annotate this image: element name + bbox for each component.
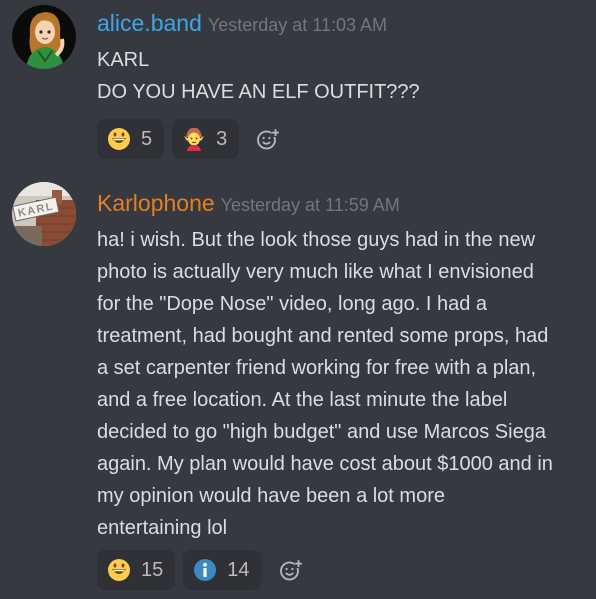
message-line: treatment, had bought and rented some pr… — [97, 325, 549, 347]
reaction-count: 14 — [227, 558, 250, 581]
reaction-count: 5 — [141, 127, 153, 150]
timestamp[interactable]: Yesterday at 11:59 AM — [221, 195, 400, 215]
message-line: decided to go "high budget" and use Marc… — [97, 421, 546, 443]
reaction-information[interactable]: 14 — [183, 550, 262, 590]
grinning-face-icon — [107, 127, 131, 151]
message-line: and a free location. At the last minute … — [97, 389, 508, 411]
reaction-elf[interactable]: 3 — [172, 119, 240, 159]
message-line: photo is actually very much like what I … — [97, 261, 534, 283]
username[interactable]: alice.band — [97, 10, 202, 36]
add-reaction-button[interactable] — [276, 555, 306, 585]
message-header: alice.band Yesterday at 11:03 AM — [97, 10, 387, 37]
message-alice: alice.band Yesterday at 11:03 AM KARL DO … — [0, 0, 596, 170]
add-reaction-button[interactable] — [253, 124, 283, 154]
message-line: my opinion would have been a lot more — [97, 485, 445, 507]
message-line: ha! i wish. But the look those guys had … — [97, 229, 536, 251]
message-content: ha! i wish. But the look those guys had … — [97, 224, 587, 544]
avatar-image — [12, 5, 76, 69]
message-line: a set carpenter friend working for free … — [97, 357, 537, 379]
message-content: KARL DO YOU HAVE AN ELF OUTFIT??? — [97, 44, 587, 108]
message-line: entertaining lol — [97, 517, 228, 539]
add-reaction-icon — [279, 560, 302, 581]
message-karlophone: KARL Karlophone Yesterday at 11:59 AM ha!… — [0, 170, 596, 599]
message-header: Karlophone Yesterday at 11:59 AM — [97, 190, 400, 217]
reactions-bar: 5 3 — [97, 119, 283, 159]
reaction-grinning[interactable]: 15 — [97, 550, 176, 590]
message-line: again. My plan would have cost about $10… — [97, 453, 553, 475]
add-reaction-icon — [257, 129, 280, 150]
reaction-count: 3 — [216, 127, 228, 150]
message-line: KARL — [97, 49, 150, 71]
reaction-grinning[interactable]: 5 — [97, 119, 165, 159]
username[interactable]: Karlophone — [97, 190, 215, 216]
timestamp[interactable]: Yesterday at 11:03 AM — [208, 15, 387, 35]
avatar-image: KARL — [12, 182, 76, 246]
elf-icon — [182, 127, 206, 151]
information-icon — [193, 558, 217, 582]
message-line: for the "Dope Nose" video, long ago. I h… — [97, 293, 488, 315]
grinning-face-icon — [107, 558, 131, 582]
reaction-count: 15 — [141, 558, 164, 581]
reactions-bar: 15 14 — [97, 550, 306, 590]
avatar[interactable] — [12, 5, 76, 69]
message-line: DO YOU HAVE AN ELF OUTFIT??? — [97, 81, 420, 103]
avatar[interactable]: KARL — [12, 182, 76, 246]
